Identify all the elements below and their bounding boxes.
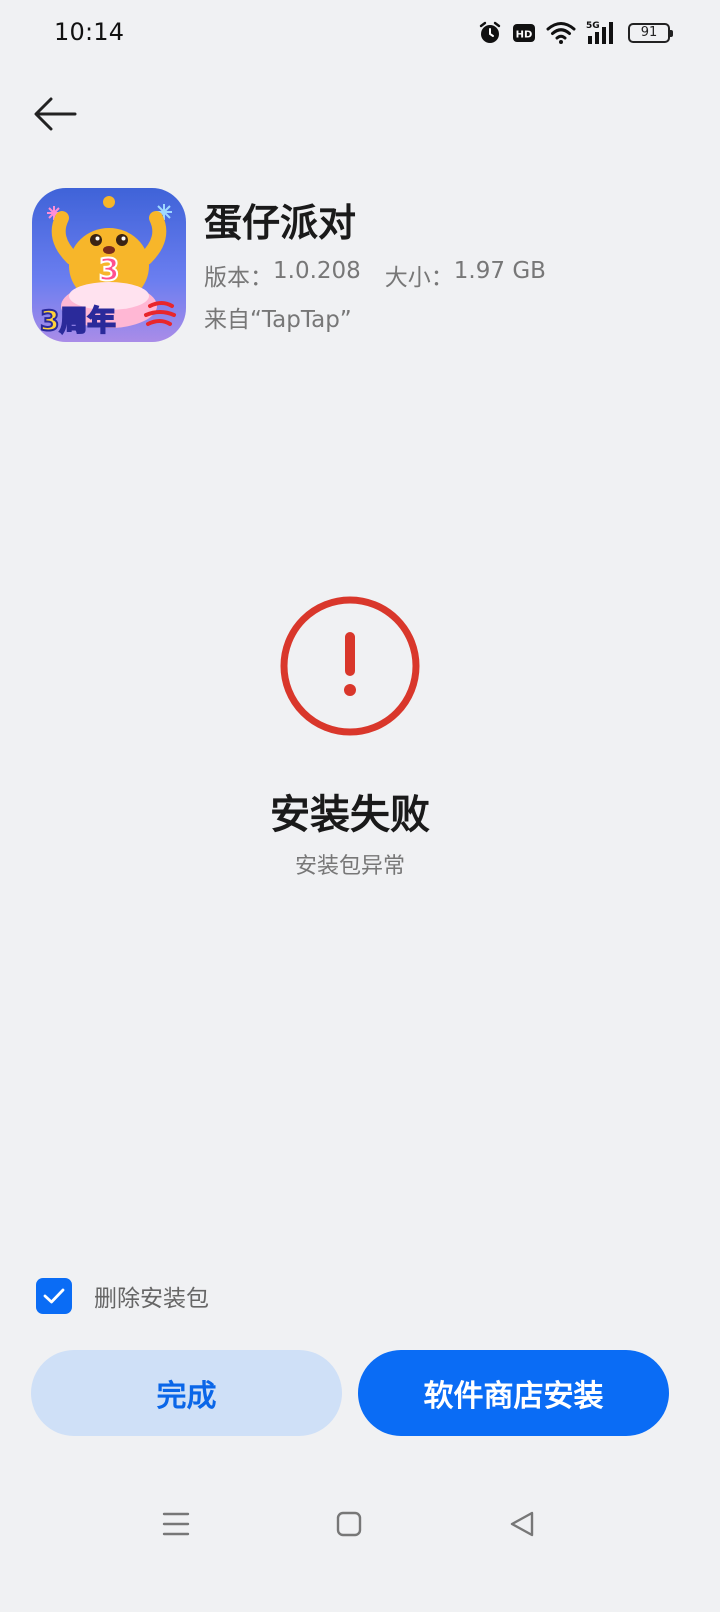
result-title: 安装失败: [270, 792, 430, 838]
error-icon: [278, 594, 422, 738]
status-bar: 10:14 HD 5G 91: [0, 0, 720, 64]
icon-badge-text: 3周年: [40, 304, 115, 337]
battery-icon: 91: [628, 23, 673, 43]
delete-package-label: 删除安装包: [94, 1286, 209, 1312]
delete-package-option[interactable]: 删除安装包: [36, 1278, 209, 1314]
app-source: 来自“TapTap”: [204, 307, 352, 333]
size-info: 大小： 1.97 GB: [385, 258, 546, 292]
wifi-icon: [546, 21, 576, 45]
status-icons: HD 5G 91: [478, 18, 673, 48]
home-square-icon: [336, 1511, 362, 1537]
version-info: 版本： 1.0.208: [204, 258, 361, 292]
navigation-bar: [0, 1490, 720, 1560]
version-label: 版本：: [204, 265, 273, 291]
checkmark-icon: [43, 1288, 65, 1304]
status-time: 10:14: [54, 18, 125, 46]
nav-home-button[interactable]: [329, 1504, 369, 1544]
hd-text: HD: [516, 30, 533, 41]
back-button[interactable]: [30, 94, 80, 134]
delete-package-checkbox[interactable]: [36, 1278, 72, 1314]
app-icon: 3 3周年: [32, 188, 186, 342]
menu-icon: [162, 1512, 190, 1536]
icon-number-text: 3: [99, 253, 120, 288]
version-value: 1.0.208: [273, 258, 361, 284]
arrow-left-icon: [34, 97, 77, 131]
back-triangle-icon: [510, 1511, 534, 1537]
size-label: 大小：: [384, 265, 454, 291]
result-subtitle: 安装包异常: [294, 854, 405, 879]
cellular-signal-icon: 5G: [586, 20, 618, 46]
app-name: 蛋仔派对: [204, 201, 357, 245]
app-meta: 版本： 1.0.208 大小： 1.97 GB: [204, 258, 546, 292]
hd-icon: HD: [512, 22, 536, 44]
store-install-button[interactable]: 软件商店安装: [358, 1350, 669, 1436]
done-button[interactable]: 完成: [31, 1350, 342, 1436]
network-type-text: 5G: [586, 21, 600, 31]
alarm-icon: [478, 21, 502, 45]
size-value: 1.97 GB: [453, 258, 546, 284]
nav-menu-button[interactable]: [156, 1504, 196, 1544]
nav-back-button[interactable]: [502, 1504, 542, 1544]
